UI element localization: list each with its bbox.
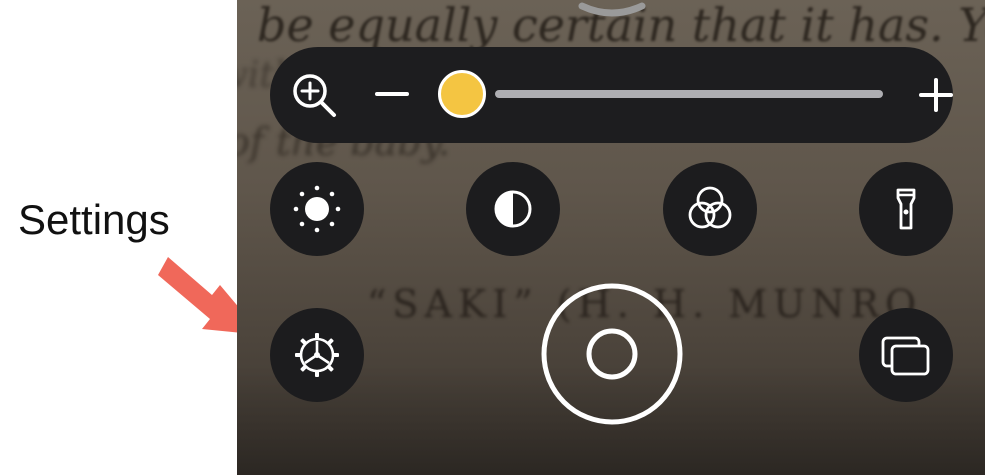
- collapse-chevron-icon[interactable]: [562, 0, 662, 24]
- gear-icon: [295, 333, 339, 377]
- zoom-magnifier-icon[interactable]: [288, 69, 342, 123]
- zoom-slider-thumb[interactable]: [438, 70, 486, 118]
- flashlight-button[interactable]: [859, 162, 953, 256]
- shutter-button[interactable]: [540, 282, 684, 426]
- sun-icon: [293, 185, 341, 233]
- color-filters-icon: [688, 186, 732, 229]
- settings-annotation-label: Settings: [18, 196, 170, 243]
- contrast-icon: [494, 190, 532, 228]
- zoom-in-plus-icon[interactable]: [916, 75, 956, 115]
- brightness-button[interactable]: [270, 162, 364, 256]
- flashlight-icon: [896, 188, 916, 230]
- contrast-button[interactable]: [466, 162, 560, 256]
- shutter-icon: [541, 283, 683, 425]
- multi-capture-icon: [881, 336, 930, 376]
- zoom-control-bar: [270, 47, 953, 143]
- multi-capture-button[interactable]: [859, 308, 953, 402]
- zoom-out-minus-icon[interactable]: [373, 69, 413, 119]
- color-filters-button[interactable]: [663, 162, 757, 256]
- zoom-slider-track[interactable]: [495, 90, 883, 98]
- magnifier-camera-view: be equally certain that it has. You with…: [237, 0, 985, 475]
- settings-button[interactable]: [270, 308, 364, 402]
